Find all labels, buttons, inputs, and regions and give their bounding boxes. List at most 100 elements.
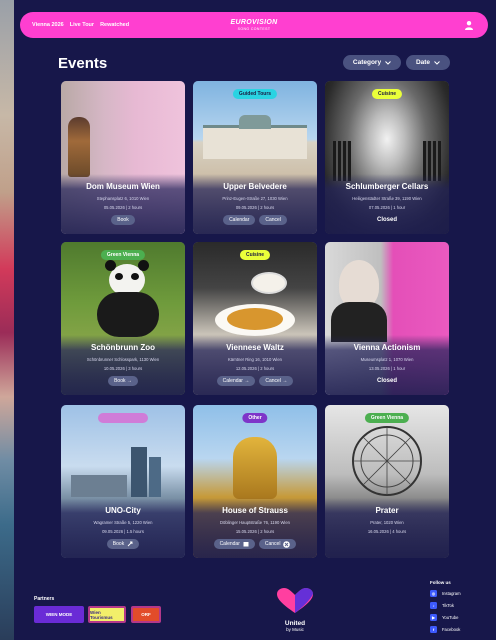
event-datetime: 07.05.2026 | 1 hour (368, 205, 406, 210)
event-address: Museumsplatz 1, 1070 Wien (360, 357, 414, 362)
event-name: Prater (375, 506, 399, 515)
book-button[interactable]: Book (106, 539, 140, 549)
event-name: Vienna Actionism (353, 343, 421, 352)
event-address: Stephansplatz 6, 1010 Wien (96, 196, 150, 201)
date-filter-label: Date (415, 59, 431, 66)
social-label: YouTube (442, 615, 459, 620)
logo-line-1: EUROVISION (230, 18, 278, 26)
event-actions: Calendar Cancel (193, 539, 317, 549)
event-address: Kärntner Ring 16, 1010 Wien (227, 357, 282, 362)
date-filter[interactable]: Date (406, 55, 450, 70)
event-card-house-of-strauss[interactable]: Other House of Strauss Döblinger Hauptst… (193, 405, 317, 558)
event-category-tag: Green Vienna (100, 250, 146, 260)
nav-links: Vienna 2026 Live Tour Rewatched (32, 22, 129, 28)
event-card-prater[interactable]: Green Vienna Prater Prater, 1020 Wien 16… (325, 405, 449, 558)
calendar-button[interactable]: Calendar (223, 215, 256, 225)
nav-link-vienna-2026[interactable]: Vienna 2026 (32, 22, 64, 28)
event-card-upper-belvedere[interactable]: Guided Tours Upper Belvedere Prinz-Eugen… (193, 81, 317, 234)
top-navigation: Vienna 2026 Live Tour Rewatched EUROVISI… (20, 12, 488, 38)
chevron-down-icon (385, 60, 391, 65)
event-card-viennese-waltz[interactable]: Cuisine Viennese Waltz Kärntner Ring 16,… (193, 242, 317, 395)
background-photo-strip (0, 0, 14, 640)
page-title: Events (58, 55, 108, 72)
event-name: Schönbrunn Zoo (91, 343, 155, 352)
user-icon[interactable] (464, 20, 474, 30)
event-name: Upper Belvedere (223, 182, 287, 191)
event-address: Schönbrunner Schlosspark, 1130 Wien (86, 357, 160, 362)
event-name: Viennese Waltz (226, 343, 284, 352)
event-datetime: 16.05.2026 | 4 hours (367, 529, 407, 534)
event-actions: Calendar Cancel (193, 215, 317, 225)
calendar-button[interactable]: Calendar (213, 539, 255, 549)
book-button-label: Book (112, 541, 125, 547)
social-facebook[interactable]: f Facebook (430, 626, 460, 633)
event-card-schonbrunn-zoo[interactable]: Green Vienna Schönbrunn Zoo Schönbrunner… (61, 242, 185, 395)
event-category-tag: Guided Tours (232, 89, 278, 99)
youtube-icon: ▶ (430, 614, 437, 621)
calendar-button[interactable]: Calendar → (216, 376, 256, 386)
event-card-dom-museum[interactable]: Dom Museum Wien Stephansplatz 6, 1010 Wi… (61, 81, 185, 234)
event-category-tag: Cuisine (239, 250, 271, 260)
event-card-vienna-actionism[interactable]: Vienna Actionism Museumsplatz 1, 1070 Wi… (325, 242, 449, 395)
event-card-uno-city[interactable]: UNO-City Wagramer Straße 5, 1220 Wien 09… (61, 405, 185, 558)
social-tiktok[interactable]: ♪ TikTok (430, 602, 454, 609)
event-datetime: 12.05.2026 | 2 hours (235, 366, 275, 371)
event-actions: Book (61, 539, 185, 549)
event-address: Heiligenstädter Straße 39, 1190 Wien (352, 196, 422, 201)
calendar-button-label: Calendar (219, 541, 240, 547)
event-actions: Book → (61, 376, 185, 386)
event-status: Closed (376, 378, 397, 384)
partners-label: Partners (34, 596, 55, 602)
tiktok-icon: ♪ (430, 602, 437, 609)
united-by-music-logo[interactable]: United by Music (274, 588, 316, 632)
social-label: Instagram (442, 591, 461, 596)
event-name: UNO-City (105, 506, 141, 515)
event-address: Wagramer Straße 5, 1220 Wien (93, 520, 153, 525)
cancel-button-label: Cancel (264, 541, 281, 547)
category-filter[interactable]: Category (343, 55, 401, 70)
logo-line-2: SONG CONTEST (237, 26, 271, 31)
link-icon (127, 541, 133, 547)
follow-us-label: Follow us (430, 580, 451, 585)
event-datetime: 10.05.2026 | 3 hours (103, 366, 143, 371)
calendar-icon (243, 542, 249, 547)
category-filter-label: Category (352, 59, 382, 66)
facebook-icon: f (430, 626, 437, 633)
event-datetime: 09.05.2026 | 1.5 hours (102, 529, 144, 534)
nav-link-rewatched[interactable]: Rewatched (100, 22, 129, 28)
cancel-button[interactable]: Cancel → (259, 376, 294, 386)
event-category-tag: Cuisine (371, 89, 403, 99)
partner-logo-orf[interactable]: ORF (131, 606, 161, 623)
event-datetime: 05.05.2026 | 2 hours (103, 205, 143, 210)
instagram-icon: ◎ (430, 590, 437, 597)
event-status: Closed (376, 217, 397, 223)
heart-logo (277, 588, 313, 613)
eurovision-logo[interactable]: EUROVISION SONG CONTEST (224, 15, 284, 35)
event-name: House of Strauss (222, 506, 288, 515)
partner-logo-wien-tourismus[interactable]: Wien Tourismus (88, 606, 126, 623)
event-address: Prater, 1020 Wien (370, 520, 404, 525)
book-button[interactable]: Book → (108, 376, 138, 386)
event-datetime: 09.05.2026 | 2 hours (235, 205, 275, 210)
nav-link-live-tour[interactable]: Live Tour (70, 22, 94, 28)
event-category-tag (98, 413, 148, 423)
event-category-tag: Green Vienna (364, 413, 410, 423)
event-name: Schlumberger Cellars (345, 182, 429, 191)
event-actions: Book (61, 215, 185, 225)
close-icon (283, 540, 291, 548)
logo-line-1: United (284, 620, 306, 627)
book-button[interactable]: Book (111, 215, 135, 225)
event-actions: Calendar → Cancel → (193, 376, 317, 386)
logo-line-2: by Music (286, 627, 304, 632)
social-instagram[interactable]: ◎ Instagram (430, 590, 461, 597)
cancel-button[interactable]: Cancel (258, 539, 297, 549)
social-label: Facebook (442, 627, 461, 632)
event-datetime: 13.05.2026 | 1 hour (368, 366, 406, 371)
partner-logo-wien-mode[interactable]: WIEN MODE (34, 606, 84, 623)
chevron-down-icon (434, 60, 440, 65)
event-address: Döblinger Hauptstraße 76, 1190 Wien (220, 520, 290, 525)
social-youtube[interactable]: ▶ YouTube (430, 614, 458, 621)
event-address: Prinz-Eugen-Straße 27, 1030 Wien (222, 196, 288, 201)
event-card-schlumberger-cellars[interactable]: Cuisine Schlumberger Cellars Heiligenstä… (325, 81, 449, 234)
cancel-button[interactable]: Cancel (259, 215, 287, 225)
